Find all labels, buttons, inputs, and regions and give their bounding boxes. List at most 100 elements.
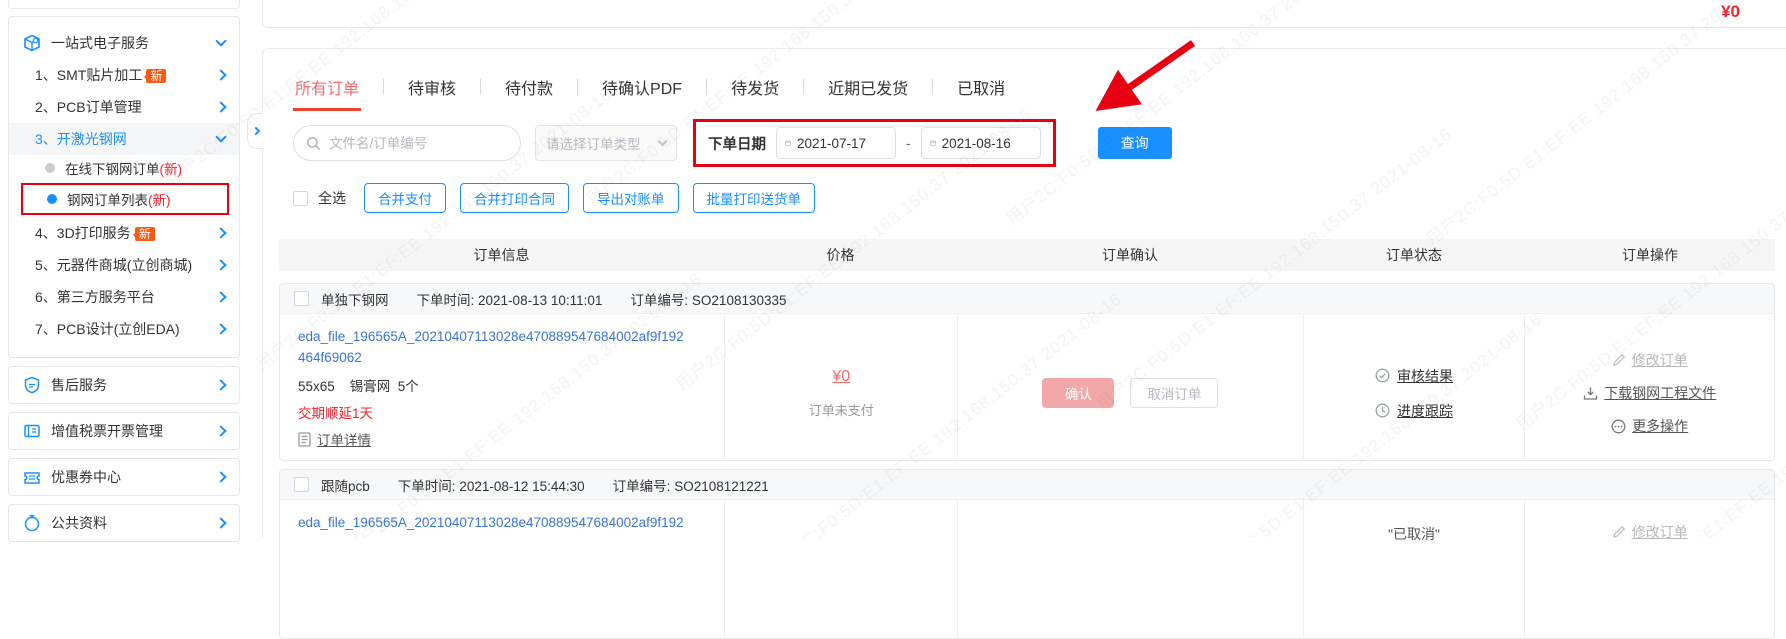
order-checkbox[interactable] (294, 291, 309, 306)
filter-row: 请选择订单类型 下单日期 - (293, 119, 1172, 167)
chevron-down-icon (215, 35, 226, 46)
tab-pending-payment[interactable]: 待付款 (503, 75, 555, 99)
tab-separator (577, 79, 578, 95)
bullet-icon (45, 163, 55, 173)
new-badge: 新 (135, 227, 155, 241)
search-input[interactable] (329, 136, 508, 151)
order-cancelled-text: "已取消" (1388, 524, 1440, 544)
sidebar-item-parts-mall[interactable]: 5、元器件商城(立创商城) (9, 249, 239, 281)
download-icon (1583, 386, 1598, 401)
sidebar-collapse-handle[interactable] (247, 113, 263, 149)
new-badge: 新 (146, 69, 166, 83)
column-header-confirm: 订单确认 (957, 245, 1303, 265)
annotation-red-box-date-filter: 下单日期 - (693, 119, 1056, 167)
sidebar-item-pcb-orders[interactable]: 2、PCB订单管理 (9, 91, 239, 123)
tab-pending-review[interactable]: 待审核 (406, 75, 458, 99)
sidebar-item-3d-print[interactable]: 4、3D打印服务新 (9, 217, 239, 249)
cube-icon (23, 34, 41, 52)
order-info-cell: eda_file_196565A_20210407113028e47088954… (280, 500, 724, 638)
order-price-link[interactable]: ¥0 (832, 368, 850, 386)
check-circle-icon (1375, 368, 1390, 383)
date-from-field[interactable] (776, 127, 896, 159)
aftersale-shield-icon (23, 376, 41, 394)
tab-pending-ship[interactable]: 待发货 (729, 75, 781, 99)
order-file-link[interactable]: eda_file_196565A_20210407113028e47088954… (298, 512, 710, 533)
export-statement-button[interactable]: 导出对账单 (583, 183, 679, 213)
order-delay-note: 交期顺延1天 (298, 402, 710, 422)
search-box[interactable] (293, 125, 521, 161)
sidebar-item-smt[interactable]: 1、SMT贴片加工新 (9, 59, 239, 91)
order-confirm-cell (957, 500, 1303, 638)
sidebar-card-coupons[interactable]: 优惠券中心 (8, 458, 240, 496)
modify-order-link[interactable]: 修改订单 (1612, 350, 1688, 370)
batch-print-delivery-button[interactable]: 批量打印送货单 (693, 183, 816, 213)
review-result-link[interactable]: 审核结果 (1375, 366, 1453, 386)
chevron-right-icon (251, 127, 259, 135)
chevron-right-icon (215, 517, 226, 528)
calendar-icon (930, 136, 936, 150)
cancel-order-button[interactable]: 取消订单 (1130, 378, 1218, 408)
column-header-status: 订单状态 (1303, 245, 1525, 265)
sidebar-subitem-online-stencil-order[interactable]: 在线下钢网订单 (新) (9, 155, 239, 181)
date-to-input[interactable] (942, 136, 1032, 151)
sidebar-card-label: 售后服务 (51, 375, 217, 395)
order-file-link[interactable]: eda_file_196565A_20210407113028e47088954… (298, 326, 710, 368)
tab-separator (480, 79, 481, 95)
order-body: eda_file_196565A_20210407113028e47088954… (280, 314, 1774, 460)
tab-pending-pdf[interactable]: 待确认PDF (600, 75, 684, 99)
sidebar-card-aftersale[interactable]: 售后服务 (8, 366, 240, 404)
coupon-icon (23, 468, 41, 486)
date-to-field[interactable] (921, 127, 1041, 159)
merge-print-contract-button[interactable]: 合并打印合同 (460, 183, 569, 213)
sidebar: 一站式电子服务 1、SMT贴片加工新 2、PCB订单管理 3、开激光钢网 在线下… (8, 0, 240, 542)
confirm-button[interactable]: 确认 (1042, 378, 1114, 408)
table-header-row: 订单信息 价格 订单确认 订单状态 订单操作 (279, 239, 1775, 271)
sidebar-group-one-stop[interactable]: 一站式电子服务 (9, 27, 239, 59)
order-operations-cell: 修改订单 (1524, 500, 1774, 638)
progress-track-link[interactable]: 进度跟踪 (1375, 401, 1453, 421)
previous-card-fragment: ¥0 (262, 0, 1786, 28)
sidebar-subitem-stencil-order-list[interactable]: 钢网订单列表 (新) (23, 186, 227, 212)
modify-order-link[interactable]: 修改订单 (1612, 522, 1688, 542)
sidebar-card-label: 优惠券中心 (51, 467, 217, 487)
sidebar-card-invoice[interactable]: 增值税票开票管理 (8, 412, 240, 450)
chevron-right-icon (215, 227, 226, 238)
order-price-cell: ¥0 订单未支付 (724, 314, 957, 460)
download-stencil-file-link[interactable]: 下载钢网工程文件 (1583, 383, 1716, 403)
more-actions-link[interactable]: 更多操作 (1611, 416, 1688, 436)
chevron-right-icon (215, 291, 226, 302)
tab-all-orders[interactable]: 所有订单 (293, 75, 361, 99)
bullet-icon (47, 194, 57, 204)
sidebar-item-laser-stencil[interactable]: 3、开激光钢网 (9, 123, 239, 155)
date-from-input[interactable] (797, 136, 887, 151)
sidebar-card-label: 公共资料 (51, 513, 217, 533)
order-checkbox[interactable] (294, 477, 309, 492)
date-filter-label: 下单日期 (708, 133, 766, 154)
select-all-label: 全选 (318, 188, 346, 208)
order-type-select[interactable]: 请选择订单类型 (535, 125, 677, 161)
order-status-cell: 审核结果 进度跟踪 (1303, 314, 1525, 460)
merge-pay-button[interactable]: 合并支付 (364, 183, 446, 213)
order-time: 下单时间: 2021-08-13 10:11:01 (417, 289, 603, 309)
sidebar-card-public-docs[interactable]: 公共资料 (8, 504, 240, 542)
order-sn: 订单编号: SO2108121221 (613, 475, 769, 495)
subitem-new-tag: (新) (148, 189, 171, 209)
select-all-checkbox[interactable] (293, 191, 308, 206)
order-header: 单独下钢网 下单时间: 2021-08-13 10:11:01 订单编号: SO… (280, 284, 1774, 314)
order-detail-link[interactable]: 订单详情 (298, 429, 710, 449)
chevron-down-icon (215, 131, 226, 142)
tab-separator (803, 79, 804, 95)
order-row: 单独下钢网 下单时间: 2021-08-13 10:11:01 订单编号: SO… (279, 283, 1775, 461)
sidebar-item-label: 7、PCB设计(立创EDA) (35, 319, 217, 339)
order-type: 单独下钢网 (321, 289, 389, 309)
sidebar-main-card: 一站式电子服务 1、SMT贴片加工新 2、PCB订单管理 3、开激光钢网 在线下… (8, 16, 240, 358)
tab-recently-shipped[interactable]: 近期已发货 (826, 75, 910, 99)
sidebar-item-label: 2、PCB订单管理 (35, 97, 217, 117)
sidebar-item-third-party[interactable]: 6、第三方服务平台 (9, 281, 239, 313)
column-header-order-info: 订单信息 (279, 245, 724, 265)
order-header: 跟随pcb 下单时间: 2021-08-12 15:44:30 订单编号: SO… (280, 470, 1774, 500)
tab-cancelled[interactable]: 已取消 (955, 75, 1007, 99)
query-button[interactable]: 查询 (1098, 127, 1172, 159)
sidebar-item-pcb-design[interactable]: 7、PCB设计(立创EDA) (9, 313, 239, 345)
order-status-cell: "已取消" (1303, 500, 1525, 638)
